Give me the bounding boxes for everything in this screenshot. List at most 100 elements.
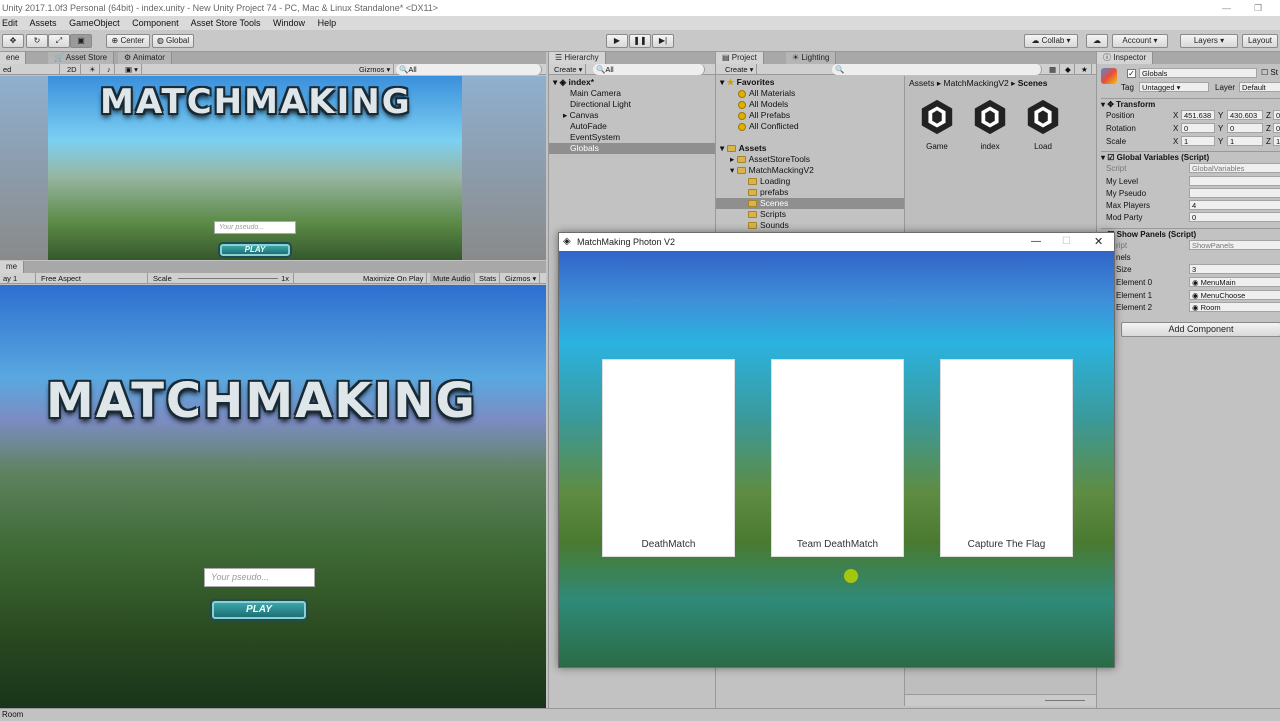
- active-checkbox[interactable]: ✓: [1127, 69, 1136, 78]
- menu-assets[interactable]: Assets: [30, 18, 57, 28]
- tab-inspector[interactable]: ⓘ Inspector: [1097, 52, 1154, 64]
- position-y-field[interactable]: 430.603: [1227, 110, 1263, 120]
- mod-party-field[interactable]: 0: [1189, 212, 1280, 222]
- filter-type-icon[interactable]: ▦: [1046, 64, 1061, 75]
- scene-pseudo-input[interactable]: Your pseudo...: [214, 221, 296, 234]
- breadcrumb-scenes[interactable]: Scenes: [1018, 78, 1048, 88]
- favorite-all-materials[interactable]: All Materials: [738, 88, 795, 99]
- menu-component[interactable]: Component: [132, 18, 179, 28]
- breadcrumb-assets[interactable]: Assets: [909, 78, 935, 88]
- rotation-y-field[interactable]: 0: [1227, 123, 1263, 133]
- menu-help[interactable]: Help: [318, 18, 337, 28]
- scale-x-field[interactable]: 1: [1181, 136, 1215, 146]
- mode-card-deathmatch[interactable]: DeathMatch: [602, 359, 735, 557]
- favorite-all-prefabs[interactable]: All Prefabs: [738, 110, 790, 121]
- game-play-button[interactable]: PLAY: [212, 601, 306, 619]
- rotation-z-field[interactable]: 0: [1273, 123, 1280, 133]
- window-minimize-icon[interactable]: —: [1031, 233, 1041, 251]
- shading-mode-dropdown[interactable]: ed: [0, 64, 60, 75]
- size-field[interactable]: 3: [1189, 264, 1280, 274]
- layers-dropdown[interactable]: Layers ▾: [1180, 34, 1238, 48]
- assets-root-row[interactable]: ▾ Assets: [720, 143, 767, 154]
- stats-toggle[interactable]: Stats: [476, 273, 501, 284]
- scale-slider[interactable]: Scale 1x: [150, 273, 294, 284]
- filter-label-icon[interactable]: ◆: [1062, 64, 1075, 75]
- scene-asset-game[interactable]: Game: [915, 98, 959, 158]
- maximize-on-play-toggle[interactable]: Maximize On Play: [360, 273, 428, 284]
- layout-dropdown[interactable]: Layout: [1242, 34, 1278, 48]
- step-button[interactable]: ▶|: [652, 34, 674, 48]
- rect-tool-button[interactable]: ▣: [70, 34, 92, 48]
- global-variables-header[interactable]: ▾ ☑ Global Variables (Script): [1101, 151, 1280, 162]
- scale-tool-button[interactable]: ⤢: [48, 34, 70, 48]
- folder-scenes[interactable]: Scenes: [716, 198, 904, 209]
- tab-scene[interactable]: ene: [0, 52, 27, 64]
- hierarchy-create-dropdown[interactable]: Create ▾: [551, 64, 587, 75]
- scene-play-button[interactable]: PLAY: [220, 244, 290, 256]
- audio-toggle-icon[interactable]: ♪: [104, 64, 115, 75]
- position-x-field[interactable]: 451.638: [1181, 110, 1215, 120]
- breadcrumb-matchmackingv2[interactable]: MatchMackingV2: [944, 78, 1009, 88]
- hierarchy-item-globals[interactable]: Globals: [549, 143, 715, 154]
- rotate-tool-button[interactable]: ↻: [26, 34, 48, 48]
- display-dropdown[interactable]: ay 1: [0, 273, 36, 284]
- pivot-center-button[interactable]: ⊕ Center: [106, 34, 150, 48]
- cloud-icon[interactable]: ☁: [1086, 34, 1108, 48]
- hierarchy-item-eventsystem[interactable]: EventSystem: [570, 132, 620, 143]
- move-tool-button[interactable]: ✥: [2, 34, 24, 48]
- project-create-dropdown[interactable]: Create ▾: [722, 64, 758, 75]
- lighting-toggle-icon[interactable]: ☀: [86, 64, 100, 75]
- menu-window[interactable]: Window: [273, 18, 305, 28]
- add-component-button[interactable]: Add Component: [1121, 322, 1280, 337]
- object-name-field[interactable]: Globals: [1139, 68, 1257, 78]
- my-level-field[interactable]: [1189, 176, 1280, 186]
- hierarchy-item-directional-light[interactable]: Directional Light: [570, 99, 631, 110]
- hierarchy-scene-row[interactable]: ▾ ◈ index*: [553, 77, 594, 88]
- menu-edit[interactable]: Edit: [2, 18, 18, 28]
- project-search-input[interactable]: 🔍: [832, 64, 1042, 75]
- effects-dropdown-icon[interactable]: ▣ ▾: [122, 64, 142, 75]
- tab-lighting[interactable]: ☀ Lighting: [786, 52, 837, 64]
- tag-dropdown[interactable]: Untagged ▾: [1139, 82, 1209, 92]
- folder-sounds[interactable]: Sounds: [748, 220, 789, 231]
- tab-hierarchy[interactable]: ☰ Hierarchy: [549, 52, 606, 64]
- my-pseudo-field[interactable]: [1189, 188, 1280, 198]
- scene-asset-index[interactable]: index: [968, 98, 1012, 158]
- hierarchy-item-autofade[interactable]: AutoFade: [570, 121, 607, 132]
- scene-view[interactable]: MATCHMAKING Your pseudo... PLAY: [0, 76, 546, 260]
- tab-animator[interactable]: ⚙ Animator: [118, 52, 172, 64]
- tab-game[interactable]: me: [0, 261, 25, 273]
- favorites-row[interactable]: ▾ ★ Favorites: [720, 77, 774, 88]
- tab-asset-store[interactable]: 🛒 Asset Store: [48, 52, 115, 64]
- pause-button[interactable]: ❚❚: [629, 34, 651, 48]
- hierarchy-search-input[interactable]: 🔍All: [593, 64, 705, 75]
- game-pseudo-input[interactable]: Your pseudo...: [204, 568, 315, 587]
- hierarchy-item-main-camera[interactable]: Main Camera: [570, 88, 621, 99]
- collab-button[interactable]: ☁ Collab ▾: [1024, 34, 1078, 48]
- menu-gameobject[interactable]: GameObject: [69, 18, 120, 28]
- game-gizmos-dropdown[interactable]: Gizmos ▾: [502, 273, 541, 284]
- account-dropdown[interactable]: Account ▾: [1112, 34, 1168, 48]
- tab-project[interactable]: ▤ Project: [716, 52, 764, 64]
- folder-assetstoretools[interactable]: ▸ AssetStoreTools: [730, 154, 810, 165]
- element0-field[interactable]: ◉ MenuMain: [1189, 277, 1280, 287]
- folder-matchmackingv2[interactable]: ▾ MatchMackingV2: [730, 165, 814, 176]
- scale-z-field[interactable]: 1: [1273, 136, 1280, 146]
- scene-asset-load[interactable]: Load: [1021, 98, 1065, 158]
- transform-header[interactable]: ▾ ✥ Transform: [1101, 98, 1280, 109]
- sp-script-field[interactable]: ShowPanels: [1189, 240, 1280, 250]
- folder-prefabs[interactable]: prefabs: [748, 187, 788, 198]
- favorite-all-conflicted[interactable]: All Conflicted: [738, 121, 799, 132]
- game-view[interactable]: MATCHMAKING Your pseudo... PLAY: [0, 285, 546, 708]
- element2-field[interactable]: ◉ Room: [1189, 302, 1280, 312]
- favorite-star-icon[interactable]: ★: [1078, 64, 1092, 75]
- static-checkbox[interactable]: ☐ St: [1261, 68, 1278, 77]
- layer-dropdown[interactable]: Default: [1239, 82, 1280, 92]
- scene-gizmos-dropdown[interactable]: Gizmos ▾: [356, 64, 395, 75]
- scale-y-field[interactable]: 1: [1227, 136, 1263, 146]
- aspect-dropdown[interactable]: Free Aspect: [38, 273, 148, 284]
- position-z-field[interactable]: 0: [1273, 110, 1280, 120]
- folder-loading[interactable]: Loading: [748, 176, 790, 187]
- minimize-icon[interactable]: —: [1222, 0, 1231, 16]
- window-close-icon[interactable]: ✕: [1094, 233, 1103, 251]
